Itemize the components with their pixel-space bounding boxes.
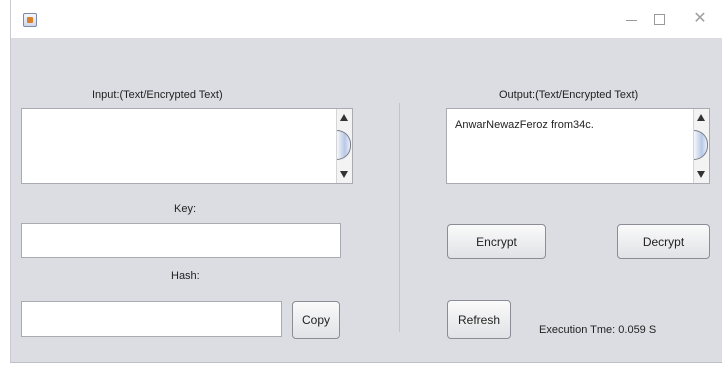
scroll-down-arrow-icon[interactable] bbox=[340, 171, 348, 178]
encrypt-button[interactable]: Encrypt bbox=[447, 224, 546, 259]
scroll-up-arrow-icon[interactable] bbox=[340, 114, 348, 121]
input-scrollbar[interactable] bbox=[336, 109, 352, 183]
java-cup-icon bbox=[23, 13, 37, 27]
input-textarea[interactable] bbox=[21, 108, 353, 184]
output-label: Output:(Text/Encrypted Text) bbox=[499, 89, 639, 101]
scroll-down-arrow-icon[interactable] bbox=[697, 171, 705, 178]
output-text: AnwarNewazFeroz from34c. bbox=[455, 119, 594, 131]
app-window: ✕ Input:(Text/Encrypted Text) Key: Hash:… bbox=[10, 0, 722, 363]
close-button[interactable]: ✕ bbox=[693, 10, 707, 26]
refresh-button[interactable]: Refresh bbox=[447, 300, 511, 339]
scroll-up-arrow-icon[interactable] bbox=[697, 114, 705, 121]
minimize-button[interactable] bbox=[624, 12, 638, 26]
title-bar: ✕ bbox=[11, 0, 722, 38]
hash-field[interactable] bbox=[21, 301, 282, 337]
execution-time-label: Execution Tme: 0.059 S bbox=[539, 324, 657, 336]
input-label: Input:(Text/Encrypted Text) bbox=[92, 89, 223, 101]
copy-button[interactable]: Copy bbox=[292, 301, 340, 339]
scroll-thumb[interactable] bbox=[337, 130, 351, 160]
scroll-thumb[interactable] bbox=[694, 130, 708, 160]
hash-label: Hash: bbox=[171, 270, 200, 282]
column-divider bbox=[399, 103, 400, 332]
output-textarea[interactable]: AnwarNewazFeroz from34c. bbox=[446, 108, 710, 184]
output-scrollbar[interactable] bbox=[693, 109, 709, 183]
key-label: Key: bbox=[174, 203, 197, 215]
key-field[interactable] bbox=[21, 223, 341, 258]
maximize-button[interactable] bbox=[652, 12, 666, 26]
decrypt-button[interactable]: Decrypt bbox=[617, 224, 710, 259]
